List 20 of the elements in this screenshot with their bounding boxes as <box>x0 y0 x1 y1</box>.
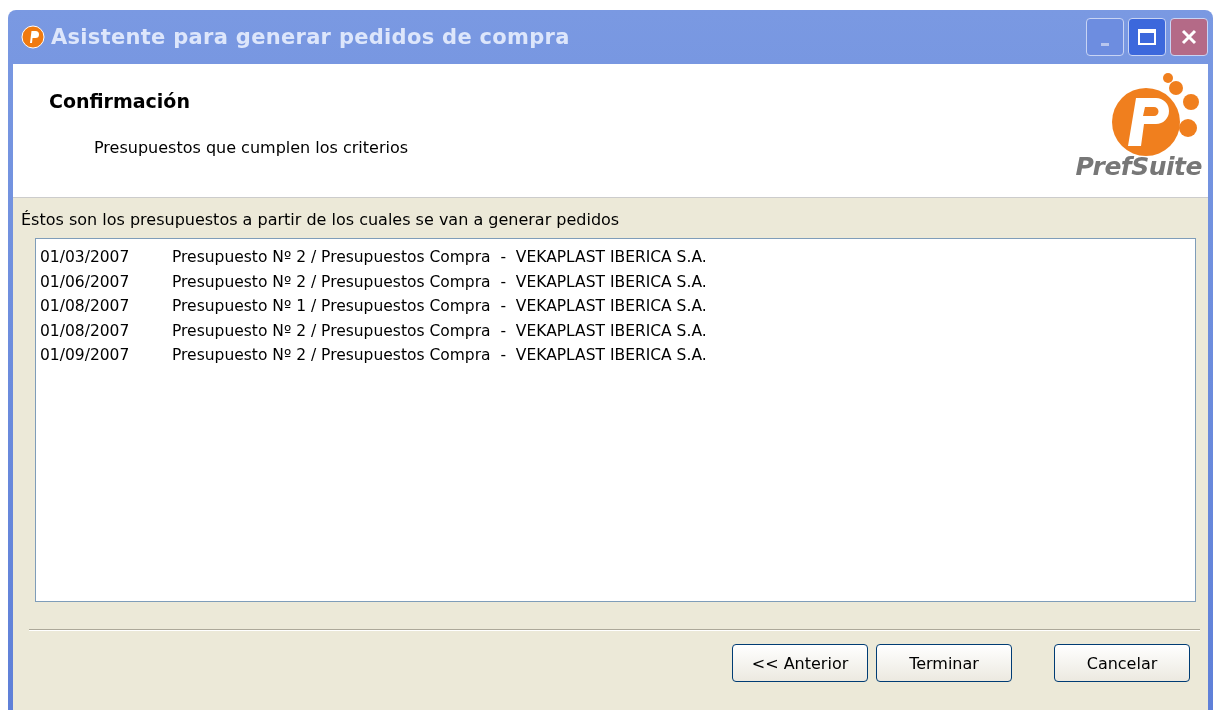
intro-text: Éstos son los presupuestos a partir de los cuales se van a generar pedidos <box>21 210 621 229</box>
page-title: Confirmación <box>49 90 191 112</box>
logo-text: PrefSuite <box>1075 152 1202 181</box>
list-item[interactable]: 01/06/2007 Presupuesto Nº 2 / Presupuestos Compra - VEKAPLAST IBERICA S.A. <box>40 269 1191 294</box>
list-item[interactable]: 01/09/2007 Presupuesto Nº 2 / Presupuestos Compra - VEKAPLAST IBERICA S.A. <box>40 343 1191 368</box>
window-title: Asistente para generar pedidos de compra <box>51 25 571 49</box>
cancel-button[interactable]: Cancelar <box>1054 644 1190 682</box>
finish-button[interactable]: Terminar <box>876 644 1012 682</box>
app-icon <box>21 25 45 49</box>
close-button[interactable] <box>1170 18 1208 56</box>
list-item[interactable]: 01/08/2007 Presupuesto Nº 1 / Presupuestos Compra - VEKAPLAST IBERICA S.A. <box>40 294 1191 319</box>
list-item[interactable]: 01/03/2007 Presupuesto Nº 2 / Presupuestos Compra - VEKAPLAST IBERICA S.A. <box>40 245 1191 270</box>
close-icon <box>1180 28 1198 46</box>
page-subtitle: Presupuestos que cumplen los criterios <box>94 138 409 157</box>
maximize-button[interactable] <box>1128 18 1166 56</box>
maximize-icon <box>1137 28 1157 46</box>
minimize-icon <box>1101 42 1109 46</box>
minimize-button[interactable] <box>1086 18 1124 56</box>
back-button[interactable]: << Anterior <box>732 644 868 682</box>
list-item[interactable]: 01/08/2007 Presupuesto Nº 2 / Presupuestos Compra - VEKAPLAST IBERICA S.A. <box>40 318 1191 343</box>
